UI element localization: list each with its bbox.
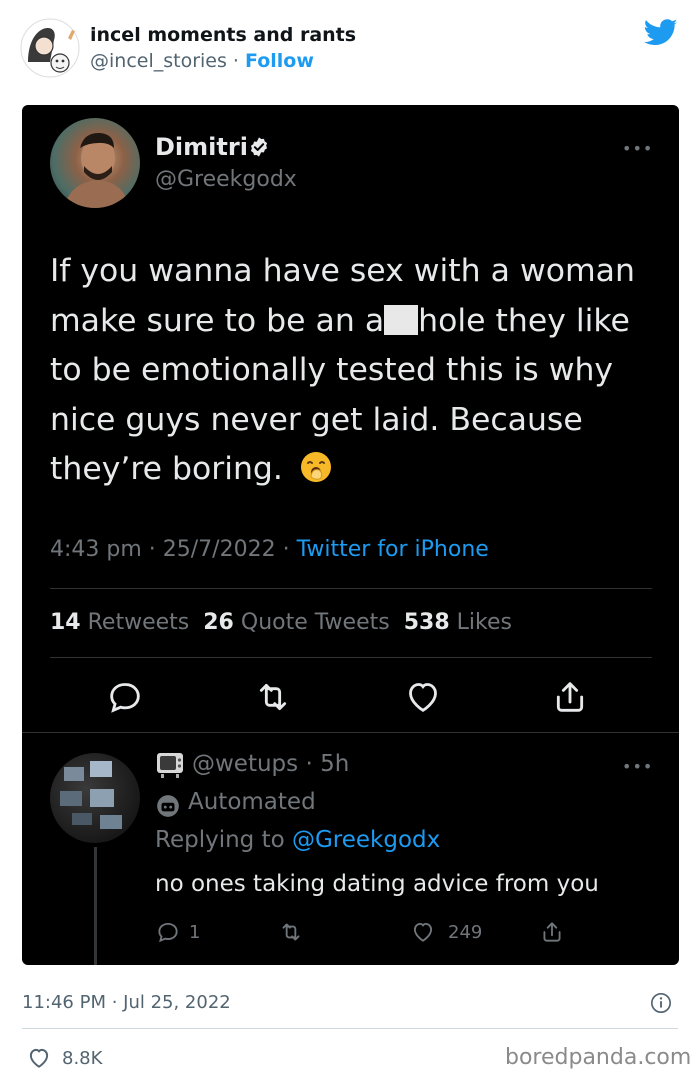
person-photo-icon bbox=[64, 132, 130, 208]
thread-line bbox=[94, 847, 97, 965]
like-heart-icon bbox=[413, 922, 433, 942]
more-options-icon[interactable]: ••• bbox=[622, 139, 653, 158]
divider bbox=[50, 588, 652, 589]
divider bbox=[50, 657, 652, 658]
quotes-label[interactable]: Quote Tweets bbox=[241, 610, 390, 635]
embed-like-action[interactable]: 8.8K bbox=[26, 1045, 102, 1071]
embed-timestamp[interactable]: 11:46 PM · Jul 25, 2022 bbox=[22, 992, 231, 1013]
bot-icon bbox=[157, 795, 179, 817]
tweet-screenshot-card: Dimitri @Greekgodx ••• If you wanna have… bbox=[22, 105, 679, 965]
reply-reply-action[interactable]: 1 bbox=[155, 918, 200, 946]
meme-avatar-icon bbox=[20, 18, 80, 78]
reply-avatar[interactable] bbox=[50, 753, 140, 843]
reply-handle-time[interactable]: @wetups · 5h bbox=[192, 751, 349, 777]
follow-button[interactable]: Follow bbox=[245, 50, 314, 72]
info-icon[interactable] bbox=[650, 992, 672, 1014]
verified-badge-icon bbox=[250, 137, 268, 157]
like-heart-icon bbox=[29, 1048, 49, 1068]
reply-retweet-action[interactable] bbox=[278, 918, 304, 946]
likes-count[interactable]: 538 bbox=[404, 610, 450, 635]
tweet-text: If you wanna have sex with a woman make … bbox=[50, 247, 670, 495]
footer-divider bbox=[22, 1028, 678, 1029]
share-icon bbox=[543, 922, 561, 942]
replying-to: Replying to @Greekgodx bbox=[155, 827, 440, 853]
author-handle[interactable]: @Greekgodx bbox=[155, 167, 297, 192]
reply-reply-count: 1 bbox=[189, 921, 201, 943]
tweet-source-link[interactable]: Twitter for iPhone bbox=[297, 537, 489, 562]
separator-dot: · bbox=[226, 50, 246, 72]
monitors-photo-icon bbox=[60, 761, 122, 829]
outer-handle[interactable]: @incel_stories bbox=[90, 50, 227, 72]
tweet-meta: 4:43 pm · 25/7/2022 · Twitter for iPhone bbox=[50, 537, 489, 562]
retweet-icon[interactable] bbox=[253, 677, 293, 717]
share-icon[interactable] bbox=[550, 677, 590, 717]
retweet-icon bbox=[282, 923, 300, 941]
divider bbox=[22, 732, 679, 733]
retweets-label[interactable]: Retweets bbox=[88, 610, 190, 635]
outer-handle-row: @incel_stories · Follow bbox=[90, 50, 314, 72]
reply-like-count: 249 bbox=[448, 921, 483, 943]
twitter-bird-icon[interactable] bbox=[644, 18, 678, 48]
retweets-count[interactable]: 14 bbox=[50, 610, 81, 635]
reply-share-action[interactable] bbox=[539, 918, 565, 946]
embed-like-count: 8.8K bbox=[62, 1047, 103, 1069]
likes-label[interactable]: Likes bbox=[457, 610, 512, 635]
outer-avatar[interactable] bbox=[20, 18, 80, 78]
outer-account-name[interactable]: incel moments and rants bbox=[90, 24, 356, 46]
television-emoji-icon bbox=[157, 753, 183, 778]
reply-more-options-icon[interactable]: ••• bbox=[622, 757, 653, 776]
automated-label: Automated bbox=[188, 789, 316, 815]
like-heart-icon[interactable] bbox=[403, 677, 443, 717]
reply-like-action[interactable]: 249 bbox=[410, 918, 482, 946]
watermark: boredpanda.com bbox=[505, 1045, 692, 1070]
author-avatar[interactable] bbox=[50, 118, 140, 208]
tweet-time: 4:43 pm · 25/7/2022 · bbox=[50, 537, 297, 562]
replying-prefix: Replying to bbox=[155, 827, 292, 853]
censor-block bbox=[384, 304, 419, 335]
author-name[interactable]: Dimitri bbox=[155, 133, 248, 161]
yawning-face-emoji-icon bbox=[300, 452, 331, 482]
tweet-stats: 14 Retweets 26 Quote Tweets 538 Likes bbox=[50, 610, 512, 635]
quotes-count[interactable]: 26 bbox=[203, 610, 234, 635]
reply-icon[interactable] bbox=[105, 677, 145, 717]
reply-text: no ones taking dating advice from you bbox=[155, 871, 599, 897]
reply-icon bbox=[158, 922, 178, 943]
replying-to-mention[interactable]: @Greekgodx bbox=[292, 827, 440, 853]
